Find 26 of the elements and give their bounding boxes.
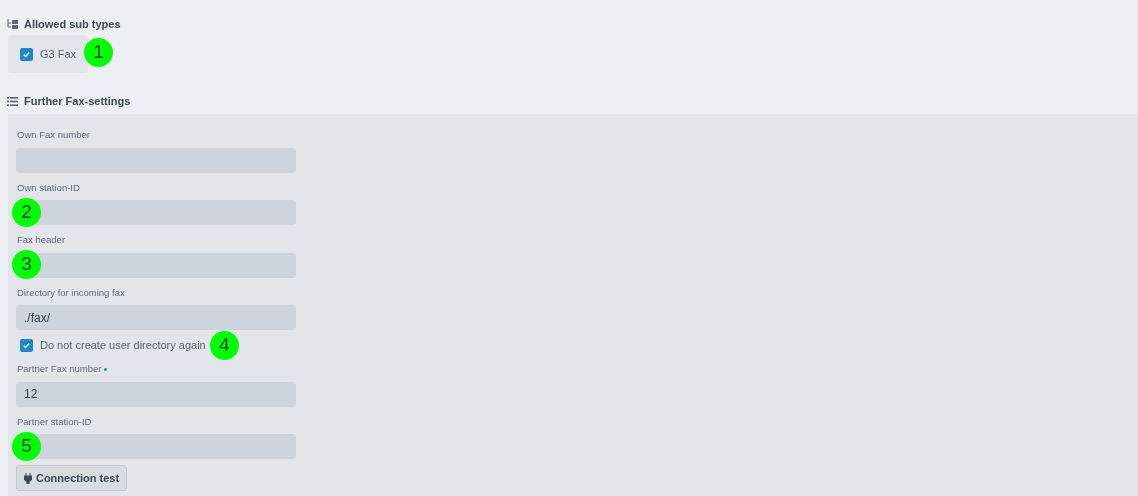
section-heading: Further Fax-settings [24,93,131,109]
hierarchy-icon [7,18,18,30]
input-field[interactable]: 12 [16,381,296,407]
section-heading: Allowed sub types [24,16,121,32]
check-icon [22,340,31,350]
checkbox-label: G3 Fax [40,46,77,62]
field-label: Own Fax number [16,128,90,143]
callout-marker: 1 [84,37,113,67]
list-icon [7,96,18,106]
callout-marker: 5 [12,431,41,461]
field-label: Own station-ID [16,180,80,195]
check-icon [22,49,31,59]
callout-marker: 3 [12,250,41,279]
field-label: Directory for incoming fax [16,285,125,300]
input-field[interactable] [16,252,296,278]
checkbox-label: Do not create user directory again [40,337,206,353]
callout-marker: 2 [12,197,41,227]
field-label: Partner station-ID [16,414,92,429]
field-label: Partner Fax number [16,362,102,377]
field-label: Fax header [16,233,66,248]
input-field[interactable]: ./fax/ [16,305,296,330]
checkbox[interactable] [20,338,33,352]
plug-icon [23,472,32,484]
connection-test-button[interactable]: Connection test [16,465,127,491]
checkbox[interactable] [20,47,33,61]
callout-marker: 4 [209,330,239,360]
